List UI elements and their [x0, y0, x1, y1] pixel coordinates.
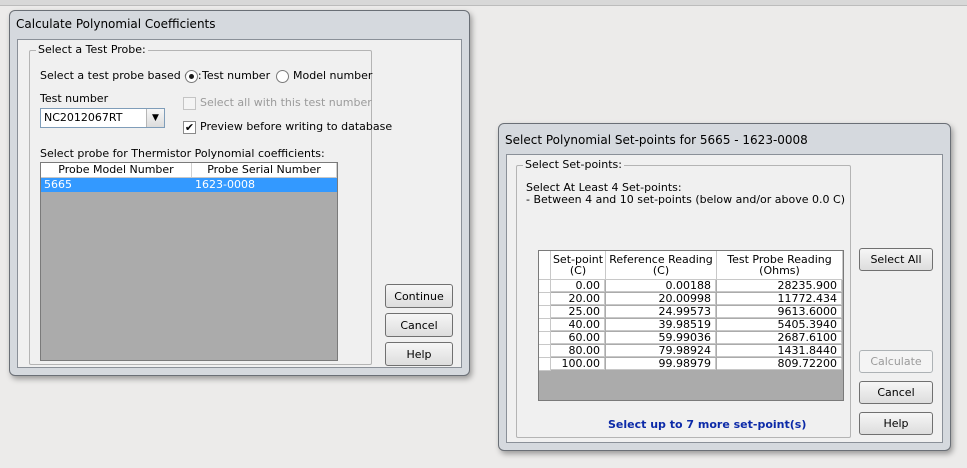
select-test-probe-group: Select a Test Probe: Select a test probe…	[29, 43, 392, 365]
cancel-label: Cancel	[400, 318, 438, 332]
cell-test-probe: 28235.900	[717, 280, 842, 292]
cancel-button[interactable]: Cancel	[385, 313, 453, 337]
row-selector[interactable]	[539, 345, 551, 358]
help-button[interactable]: Help	[859, 412, 933, 435]
status-text: Select up to 7 more set-point(s)	[608, 418, 807, 431]
help-label: Help	[406, 347, 432, 361]
probe-list-label: Select probe for Thermistor Polynomial c…	[40, 147, 325, 160]
cell-setpoint: 40.00	[551, 319, 605, 331]
cell-reference: 0.00188	[606, 280, 716, 292]
cell-test-probe: 11772.434	[717, 293, 842, 305]
cell-test-probe: 9613.6000	[717, 306, 842, 318]
select-all-label: Select all with this test number	[200, 96, 372, 109]
column-header-test-probe[interactable]: Test Probe Reading (Ohms)	[717, 251, 843, 280]
select-setpoints-dialog: Select Polynomial Set-points for 5665 - …	[498, 123, 951, 451]
group-legend: Select a Test Probe:	[36, 43, 148, 56]
continue-button[interactable]: Continue	[385, 284, 453, 308]
column-header-serial[interactable]: Probe Serial Number	[192, 163, 337, 177]
header-unit: (Ohms)	[759, 264, 800, 277]
dialog-client-area: Select Set-points: Select At Least 4 Set…	[506, 154, 943, 443]
cell-test-probe: 809.72200	[717, 358, 842, 370]
preview-label: Preview before writing to database	[200, 120, 393, 133]
calculate-coefficients-dialog: Calculate Polynomial Coefficients Select…	[9, 10, 470, 376]
probe-list[interactable]: Probe Model Number Probe Serial Number 5…	[40, 162, 338, 361]
radio-test-number[interactable]	[185, 70, 198, 83]
cell-setpoint: 25.00	[551, 306, 605, 318]
preview-checkbox[interactable]: ✔	[183, 121, 196, 134]
row-selector[interactable]	[539, 306, 551, 319]
header-unit: (C)	[569, 264, 587, 277]
select-all-button[interactable]: Select All	[859, 248, 933, 271]
calculate-button[interactable]: Calculate	[859, 350, 933, 373]
radio-model-number-label[interactable]: Model number	[293, 69, 372, 82]
row-selector[interactable]	[539, 358, 551, 371]
help-button[interactable]: Help	[385, 342, 453, 366]
grid-corner	[539, 251, 551, 280]
cell-reference: 24.99573	[606, 306, 716, 318]
cell-setpoint: 80.00	[551, 345, 605, 357]
group-legend: Select Set-points:	[523, 158, 624, 171]
cell-serial: 1623-0008	[195, 178, 255, 191]
radio-test-number-label[interactable]: Test number	[202, 69, 270, 82]
chevron-down-icon[interactable]: ▼	[146, 109, 164, 127]
cell-model: 5665	[44, 178, 72, 191]
cell-reference: 59.99036	[606, 332, 716, 344]
help-label: Help	[883, 417, 909, 430]
row-selector[interactable]	[539, 319, 551, 332]
cell-test-probe: 5405.3940	[717, 319, 842, 331]
cell-setpoint: 0.00	[551, 280, 605, 292]
test-number-label: Test number	[40, 92, 109, 105]
table-row[interactable]: 100.00 99.98979 809.72200	[539, 358, 843, 371]
dialog-title: Select Polynomial Set-points for 5665 - …	[505, 133, 808, 147]
cell-test-probe: 2687.6100	[717, 332, 842, 344]
cell-reference: 99.98979	[606, 358, 716, 370]
probe-list-header: Probe Model Number Probe Serial Number	[41, 163, 337, 178]
table-row[interactable]: 5665 1623-0008	[41, 178, 337, 192]
column-header-setpoint[interactable]: Set-point (C)	[551, 251, 606, 280]
cell-reference: 39.98519	[606, 319, 716, 331]
continue-label: Continue	[394, 289, 444, 303]
radio-model-number[interactable]	[276, 70, 289, 83]
calculate-label: Calculate	[870, 355, 922, 368]
column-header-model[interactable]: Probe Model Number	[41, 163, 192, 177]
select-all-label: Select All	[870, 253, 922, 266]
row-selector[interactable]	[539, 293, 551, 306]
row-selector[interactable]	[539, 280, 551, 293]
select-setpoints-group: Select Set-points: Select At Least 4 Set…	[516, 158, 851, 438]
cell-setpoint: 100.00	[551, 358, 605, 370]
cell-test-probe: 1431.8440	[717, 345, 842, 357]
setpoints-grid[interactable]: Set-point (C) Reference Reading (C) Test…	[538, 250, 844, 401]
test-number-value: NC2012067RT	[44, 111, 123, 124]
select-all-checkbox[interactable]	[183, 97, 196, 110]
cancel-label: Cancel	[877, 386, 915, 399]
instruction-line-2: - Between 4 and 10 set-points (below and…	[526, 193, 845, 206]
dialog-client-area: Select a Test Probe: Select a test probe…	[17, 39, 462, 368]
select-based-on-label: Select a test probe based on:	[40, 69, 202, 82]
cell-reference: 79.98924	[606, 345, 716, 357]
header-unit: (C)	[652, 264, 670, 277]
cell-setpoint: 20.00	[551, 293, 605, 305]
cancel-button[interactable]: Cancel	[859, 381, 933, 404]
cell-setpoint: 60.00	[551, 332, 605, 344]
test-number-combobox[interactable]: NC2012067RT ▼	[40, 108, 165, 128]
cell-reference: 20.00998	[606, 293, 716, 305]
column-header-reference[interactable]: Reference Reading (C)	[606, 251, 717, 280]
dialog-title: Calculate Polynomial Coefficients	[16, 17, 216, 31]
row-selector[interactable]	[539, 332, 551, 345]
